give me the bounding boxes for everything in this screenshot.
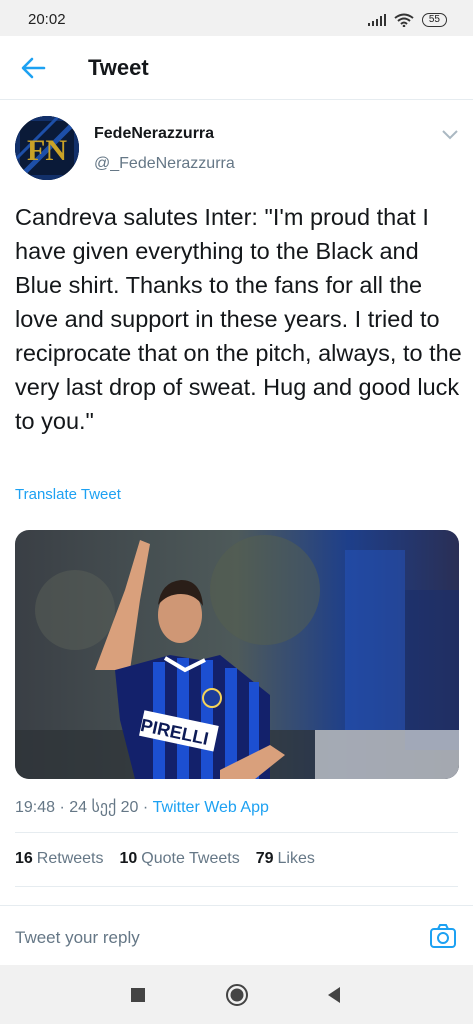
retweets-label: Retweets [36, 850, 104, 867]
page-title: Tweet [88, 55, 149, 80]
wifi-icon [394, 13, 414, 27]
status-icons: 55 [367, 11, 447, 29]
tweet-photo[interactable]: PIRELLI [15, 530, 459, 779]
avatar-monogram: FN [27, 134, 67, 167]
likes-count: 79 [255, 850, 274, 867]
likes-label: Likes [277, 850, 315, 867]
display-name[interactable]: FedeNerazzurra [94, 125, 214, 143]
avatar[interactable]: FN [15, 116, 79, 180]
battery-icon: 55 [421, 13, 447, 27]
reply-input[interactable]: Tweet your reply [15, 928, 140, 948]
tweet-source-link[interactable]: Twitter Web App [153, 799, 269, 816]
back-icon[interactable] [326, 986, 342, 1004]
retweets-count: 16 [15, 850, 33, 867]
chevron-down-icon[interactable] [439, 126, 461, 142]
status-time: 20:02 [28, 11, 66, 28]
camera-icon[interactable] [429, 923, 457, 949]
avatar-image: FN [15, 116, 79, 180]
tweet-timestamp: 19:48 · 24 სექ 20 · [15, 799, 153, 816]
tweet-photo-image: PIRELLI [15, 530, 459, 779]
reply-bar: Tweet your reply [0, 905, 473, 965]
likes-stat[interactable]: 79 Likes [256, 850, 315, 868]
back-arrow-icon[interactable] [18, 54, 48, 82]
signal-icon [367, 14, 386, 26]
quote-tweets-stat[interactable]: 10 Quote Tweets [120, 850, 240, 868]
app-header: Tweet [0, 36, 473, 100]
tweet-text: Candreva salutes Inter: "I'm proud that … [15, 204, 462, 434]
status-bar: 20:02 55 [0, 0, 473, 36]
divider [15, 832, 458, 833]
recent-apps-icon[interactable] [130, 987, 146, 1003]
user-handle[interactable]: @_FedeNerazzurra [94, 155, 235, 173]
tweet-stats: 16 Retweets 10 Quote Tweets 79 Likes [15, 850, 315, 868]
tweet-meta: 19:48 · 24 სექ 20 · Twitter Web App [15, 797, 269, 817]
home-icon[interactable] [225, 983, 249, 1007]
quote-tweets-label: Quote Tweets [141, 850, 240, 867]
divider [15, 886, 458, 887]
retweets-stat[interactable]: 16 Retweets [15, 850, 104, 868]
translate-tweet-link[interactable]: Translate Tweet [15, 486, 121, 503]
quote-tweets-count: 10 [119, 850, 138, 867]
system-nav-bar [0, 965, 473, 1024]
